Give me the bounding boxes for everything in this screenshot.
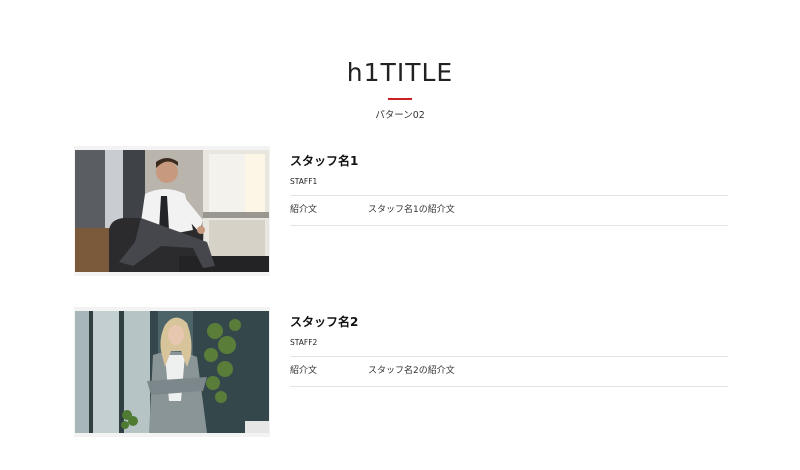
staff-name: スタッフ名2 <box>290 315 359 329</box>
staff-card-1: スタッフ名1 STAFF1 紹介文 スタッフ名1の紹介文 <box>74 146 728 278</box>
intro-row: 紹介文 スタッフ名2の紹介文 <box>290 357 728 377</box>
page: h1TITLE パターン02 スタッフ名1 STAFF1 紹介文 スタッフ名1の… <box>0 0 800 470</box>
staff-name-en: STAFF2 <box>290 338 318 347</box>
divider <box>290 225 728 226</box>
staff-photo-frame <box>74 307 270 437</box>
page-header: h1TITLE パターン02 <box>0 56 800 121</box>
page-subtitle: パターン02 <box>375 110 425 121</box>
staff-info-1: スタッフ名1 STAFF1 紹介文 スタッフ名1の紹介文 <box>290 146 728 226</box>
intro-label: 紹介文 <box>290 366 318 376</box>
intro-label: 紹介文 <box>290 205 318 215</box>
staff-info-2: スタッフ名2 STAFF2 紹介文 スタッフ名2の紹介文 <box>290 307 728 387</box>
page-title: h1TITLE <box>346 58 454 87</box>
staff-photo-frame <box>74 146 270 276</box>
staff-photo-1 <box>75 150 269 272</box>
staff-photo-2 <box>75 311 269 433</box>
staff-card-2: スタッフ名2 STAFF2 紹介文 スタッフ名2の紹介文 <box>74 307 728 439</box>
intro-text: スタッフ名2の紹介文 <box>368 366 455 376</box>
title-accent-divider <box>388 98 412 100</box>
staff-name-en: STAFF1 <box>290 177 318 186</box>
intro-row: 紹介文 スタッフ名1の紹介文 <box>290 196 728 216</box>
staff-name: スタッフ名1 <box>290 154 359 168</box>
intro-text: スタッフ名1の紹介文 <box>368 205 455 215</box>
divider <box>290 386 728 387</box>
